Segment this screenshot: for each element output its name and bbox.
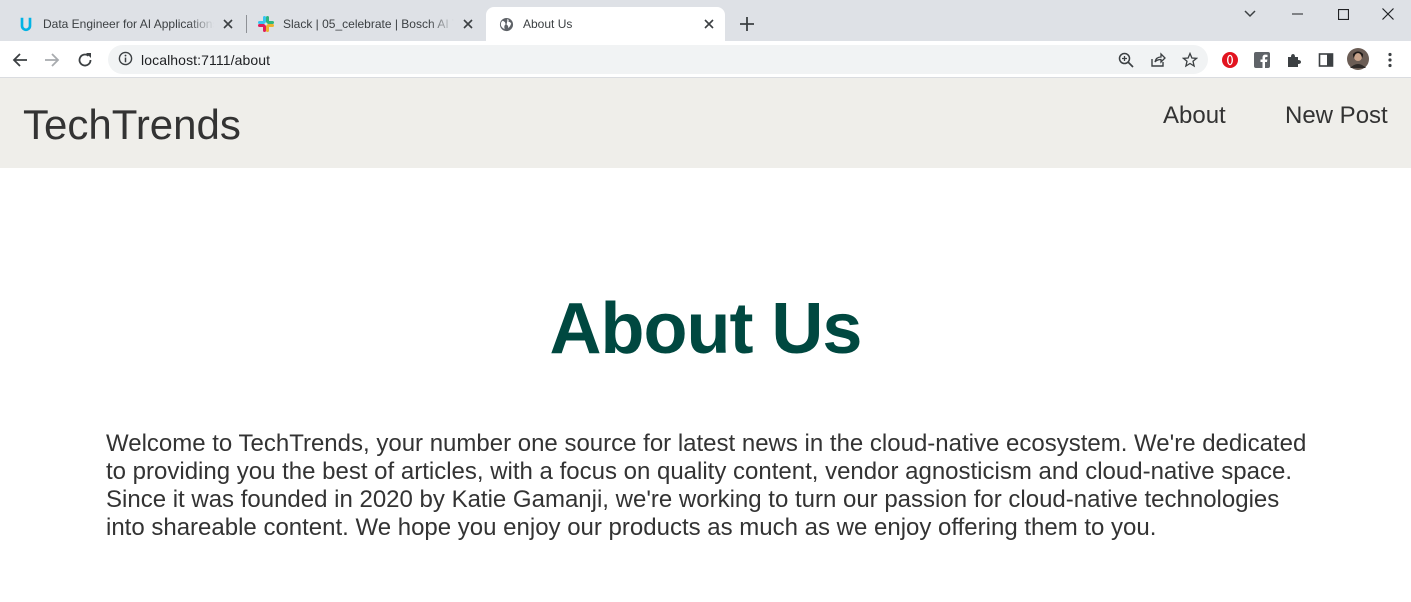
udacity-icon <box>18 16 34 32</box>
tab-search-icon[interactable] <box>1227 0 1273 28</box>
browser-tab-udacity[interactable]: Data Engineer for AI Applications <box>0 7 244 41</box>
profile-avatar[interactable] <box>1347 48 1369 70</box>
page-title: About Us <box>549 289 863 369</box>
close-tab-icon[interactable] <box>460 16 476 32</box>
tab-title: Data Engineer for AI Applications <box>43 17 214 31</box>
site-brand-link[interactable]: TechTrends <box>23 101 241 149</box>
browser-tabstrip: Data Engineer for AI Applications Slack … <box>0 0 1411 41</box>
url-text[interactable]: localhost:7111/about <box>141 52 270 68</box>
bookmark-star-icon[interactable] <box>1181 51 1199 69</box>
minimize-button[interactable] <box>1274 0 1320 28</box>
extensions-puzzle-icon[interactable] <box>1284 50 1304 70</box>
maximize-button[interactable] <box>1320 0 1366 28</box>
nav-link-new-post[interactable]: New Post <box>1285 102 1388 130</box>
back-button[interactable] <box>7 47 33 73</box>
tab-title: Slack | 05_celebrate | Bosch AI Talent <box>283 17 454 31</box>
forward-button[interactable] <box>39 47 65 73</box>
globe-icon <box>498 16 514 32</box>
opera-extension-icon[interactable] <box>1220 50 1240 70</box>
share-icon[interactable] <box>1149 51 1167 69</box>
site-navbar: TechTrends About New Post <box>0 78 1411 168</box>
browser-tab-slack[interactable]: Slack | 05_celebrate | Bosch AI Talent <box>240 7 484 41</box>
new-tab-button[interactable] <box>736 13 758 35</box>
about-paragraph: Welcome to TechTrends, your number one s… <box>106 430 1307 541</box>
tab-title: About Us <box>523 17 573 31</box>
facebook-extension-icon[interactable] <box>1252 50 1272 70</box>
close-tab-icon[interactable] <box>701 16 717 32</box>
close-tab-icon[interactable] <box>220 16 236 32</box>
slack-icon <box>258 16 274 32</box>
browser-toolbar: localhost:7111/about <box>0 41 1411 78</box>
side-panel-icon[interactable] <box>1316 50 1336 70</box>
info-icon[interactable] <box>118 51 134 67</box>
browser-tab-about[interactable]: About Us <box>486 7 725 41</box>
close-window-button[interactable] <box>1365 0 1411 28</box>
zoom-icon[interactable] <box>1117 51 1135 69</box>
reload-button[interactable] <box>72 47 98 73</box>
address-bar[interactable]: localhost:7111/about <box>108 45 1208 74</box>
nav-link-about[interactable]: About <box>1163 102 1226 130</box>
browser-menu-icon[interactable] <box>1380 50 1400 70</box>
